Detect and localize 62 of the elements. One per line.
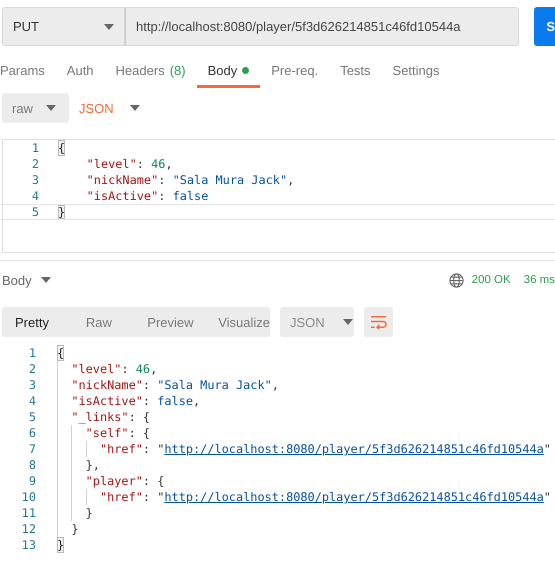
caret-icon xyxy=(40,277,51,283)
request-tab[interactable]: Tests xyxy=(329,60,382,88)
language-dropdown[interactable]: JSON xyxy=(78,100,140,116)
code-line: "level": 46, xyxy=(57,361,158,377)
caret-icon xyxy=(104,24,114,30)
request-tab[interactable]: Settings xyxy=(382,60,451,88)
line-number: 3 xyxy=(30,172,40,188)
response-time: 36 ms xyxy=(524,274,555,286)
line-number: 1 xyxy=(28,345,37,361)
request-tab[interactable]: Pre-req. xyxy=(260,60,330,88)
code-line: "nickName": "Sala Mura Jack", xyxy=(57,377,279,393)
line-number: 3 xyxy=(28,377,37,393)
send-button[interactable]: S xyxy=(534,7,555,46)
code-line: "href": "http://localhost:8080/player/5f3d626214851c46fd10544a" xyxy=(57,489,551,505)
code-line: "player": { xyxy=(57,473,164,489)
url-link[interactable]: http://localhost:8080/player/5f3d626214851c46fd10544a xyxy=(164,441,544,457)
caret-icon xyxy=(46,105,56,111)
view-tab[interactable]: Visualize xyxy=(205,314,270,330)
wrap-lines-button[interactable] xyxy=(364,307,393,337)
line-number: 8 xyxy=(28,457,37,473)
wrap-lines-icon xyxy=(370,315,387,329)
line-number: 6 xyxy=(28,425,37,441)
code-line: "level": 46, xyxy=(86,156,173,172)
line-number: 1 xyxy=(30,140,40,156)
request-body-editor[interactable]: 1 { 2 "level": 46, 3 "nickName": "Sala Mura Jack", 4 "isActive": false 5 } xyxy=(2,139,555,253)
view-tab[interactable]: Preview xyxy=(134,314,206,330)
response-section-dropdown[interactable]: Body xyxy=(0,272,51,288)
line-number: 10 xyxy=(20,489,37,505)
line-number: 9 xyxy=(28,473,37,489)
code-line: "_links": { xyxy=(57,409,150,425)
line-number: 13 xyxy=(20,537,37,553)
line-number: 5 xyxy=(28,409,37,425)
line-number: 12 xyxy=(20,521,37,537)
mode-dropdown[interactable]: raw xyxy=(2,93,69,123)
line-number: 5 xyxy=(30,205,40,219)
method-dropdown[interactable]: PUT xyxy=(2,7,125,46)
line-number: 4 xyxy=(28,393,37,409)
line-number: 7 xyxy=(28,441,37,457)
line-number: 4 xyxy=(30,188,40,204)
caret-icon xyxy=(130,105,140,111)
code-line: "isActive": false, xyxy=(57,393,200,409)
line-number: 11 xyxy=(20,505,37,521)
view-tab[interactable]: Raw xyxy=(72,314,134,330)
caret-icon xyxy=(342,319,353,325)
code-line: } xyxy=(57,505,93,521)
code-line: "href": "http://localhost:8080/player/5f3d626214851c46fd10544a" xyxy=(57,441,551,457)
url-link[interactable]: http://localhost:8080/player/5f3d626214851c46fd10544a xyxy=(164,489,544,505)
code-line: "nickName": "Sala Mura Jack", xyxy=(86,172,294,188)
request-tab[interactable]: Params xyxy=(0,60,56,88)
request-tab[interactable]: Headers (8) xyxy=(104,60,197,88)
format-dropdown[interactable]: JSON xyxy=(280,307,354,337)
code-line: "self": { xyxy=(57,425,150,441)
status-code: 200 OK xyxy=(472,274,511,286)
line-number: 2 xyxy=(30,156,40,172)
request-tab[interactable]: Auth xyxy=(56,60,105,88)
globe-icon xyxy=(448,272,464,288)
request-tab[interactable]: Body xyxy=(196,60,260,88)
line-number: 2 xyxy=(28,361,37,377)
url-field[interactable]: http://localhost:8080/player/5f3d626214851c46fd10544a xyxy=(124,7,520,46)
code-line: "isActive": false xyxy=(86,188,208,204)
view-tab[interactable]: Pretty xyxy=(2,314,73,330)
code-line: }, xyxy=(57,457,100,473)
